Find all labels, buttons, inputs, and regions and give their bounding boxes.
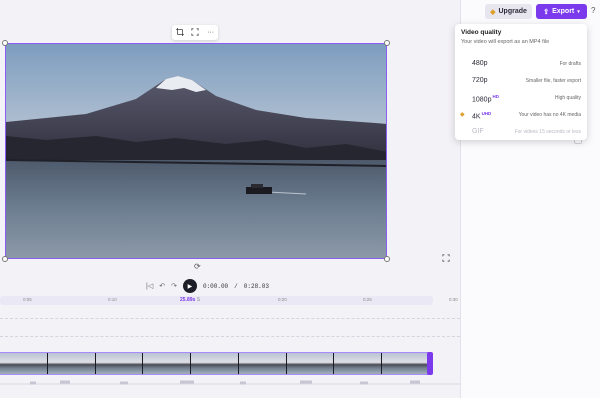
resize-handle-top-left[interactable] [2,40,8,46]
total-time: 0:28.03 [243,282,269,290]
clip-thumbnail [95,353,144,374]
editor-area: ··· ⟳ |◁ ↶ ↷ ▶ 0:00.00 / 0:28.03 0:05 0:… [0,0,460,398]
help-icon[interactable]: ? [591,6,595,15]
skip-back-icon[interactable]: |◁ [146,282,153,290]
clip-thumbnail [191,353,239,374]
upload-icon: ⇪ [543,8,550,16]
quality-option-description: For videos 15 seconds or less [514,129,581,135]
chevron-down-icon: ▾ [577,8,580,15]
quality-option-description: Your video has no 4K media [518,112,581,118]
clip-thumbnail [382,353,430,374]
quality-option-name: 4KUHD [472,111,492,121]
fullscreen-icon[interactable] [442,254,450,264]
resize-handle-top-right[interactable] [384,40,390,46]
quality-option-1080p[interactable]: 1080pHD High quality [455,91,587,106]
quality-option-name: 480p [472,60,488,67]
clip-thumbnail [334,353,383,374]
forward-icon[interactable]: ↷ [171,282,177,290]
quality-badge: HD [492,94,499,99]
quality-option-480p[interactable]: 480p For drafts [455,57,587,72]
mountain-lake-image [6,44,386,258]
quality-option-name: 1080pHD [472,94,499,104]
clip-trim-handle[interactable] [427,352,433,375]
clip-thumbnail [286,353,335,374]
rotate-icon[interactable]: ⟳ [194,262,201,271]
premium-gem-icon: ◆ [460,112,465,118]
quality-option-description: Smaller file, faster export [525,78,581,84]
canvas-toolbar: ··· [172,25,218,40]
ruler-tick: 0:10 [108,297,117,302]
clip-thumbnail [143,353,192,374]
more-icon[interactable]: ··· [207,29,214,36]
ruler-end-label: 0:30 [449,297,458,302]
quality-option-4k[interactable]: ◆ 4KUHD Your video has no 4K media [455,108,587,123]
ruler-tick: 0:20 [278,297,287,302]
quality-option-gif: GIF For videos 15 seconds or less [455,125,587,140]
export-quality-menu: Video quality Your video will export as … [455,24,587,140]
export-button[interactable]: ⇪ Export ▾ [536,4,587,19]
resize-handle-bottom-right[interactable] [384,256,390,262]
time-separator: / [234,282,238,290]
fit-icon[interactable] [191,27,200,38]
clip-thumbnail [238,353,287,374]
export-label: Export [552,8,575,15]
upgrade-label: Upgrade [498,8,527,15]
ruler-tick: 0:05 [23,297,32,302]
quality-badge: UHD [481,111,492,116]
playhead-label[interactable]: 25.89s S [180,297,200,303]
quality-option-description: High quality [554,95,581,101]
track-divider [0,318,460,319]
video-clip-track[interactable] [0,352,430,375]
current-time: 0:00.00 [202,282,229,290]
video-preview[interactable] [5,43,387,259]
track-divider [0,336,460,337]
upgrade-button[interactable]: ◆ Upgrade [485,4,532,19]
menu-subtitle: Your video will export as an MP4 file [461,39,550,45]
quality-option-720p[interactable]: 720p Smaller file, faster export [455,74,587,89]
gem-icon: ◆ [490,8,496,16]
audio-waveform [0,380,460,385]
quality-option-name: 720p [472,77,488,84]
resize-handle-bottom-left[interactable] [2,256,8,262]
menu-title: Video quality [461,29,502,36]
quality-option-description: For drafts [559,61,581,67]
ruler-tick: 0:25 [363,297,372,302]
crop-icon[interactable] [175,27,184,38]
timeline-ruler[interactable]: 0:05 0:10 0:20 0:25 [0,296,433,305]
clip-thumbnail [47,353,96,374]
play-button[interactable]: ▶ [182,279,197,293]
playback-controls: |◁ ↶ ↷ ▶ 0:00.00 / 0:28.03 [146,279,269,293]
rewind-icon[interactable]: ↶ [159,282,165,290]
quality-option-name: GIF [472,128,484,135]
clip-thumbnail [0,353,48,374]
